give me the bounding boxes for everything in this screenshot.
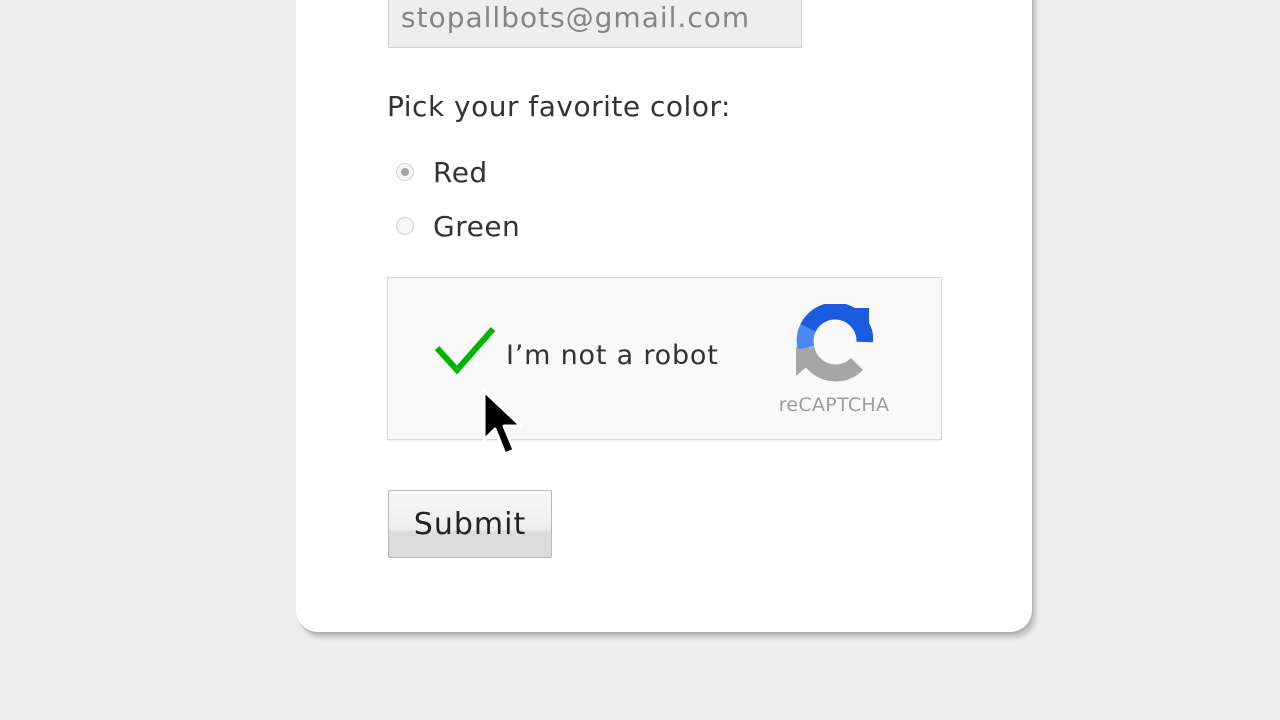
- radio-button-green[interactable]: [396, 217, 414, 235]
- recaptcha-label: I’m not a robot: [506, 340, 719, 371]
- recaptcha-brand-label: reCAPTCHA: [778, 394, 890, 416]
- checkmark-icon[interactable]: [433, 326, 497, 378]
- recaptcha-logo-icon: [796, 304, 873, 382]
- radio-label-green: Green: [433, 209, 521, 243]
- recaptcha-widget: I’m not a robot reCAPTCHA: [387, 277, 942, 440]
- radio-option-red[interactable]: Red: [396, 154, 488, 190]
- radio-option-green[interactable]: Green: [396, 208, 520, 244]
- radio-button-red[interactable]: [396, 163, 414, 181]
- submit-button[interactable]: Submit: [388, 490, 552, 558]
- color-question-label: Pick your favorite color:: [387, 90, 731, 123]
- email-field[interactable]: stopallbots@gmail.com: [388, 0, 802, 48]
- radio-label-red: Red: [433, 155, 488, 189]
